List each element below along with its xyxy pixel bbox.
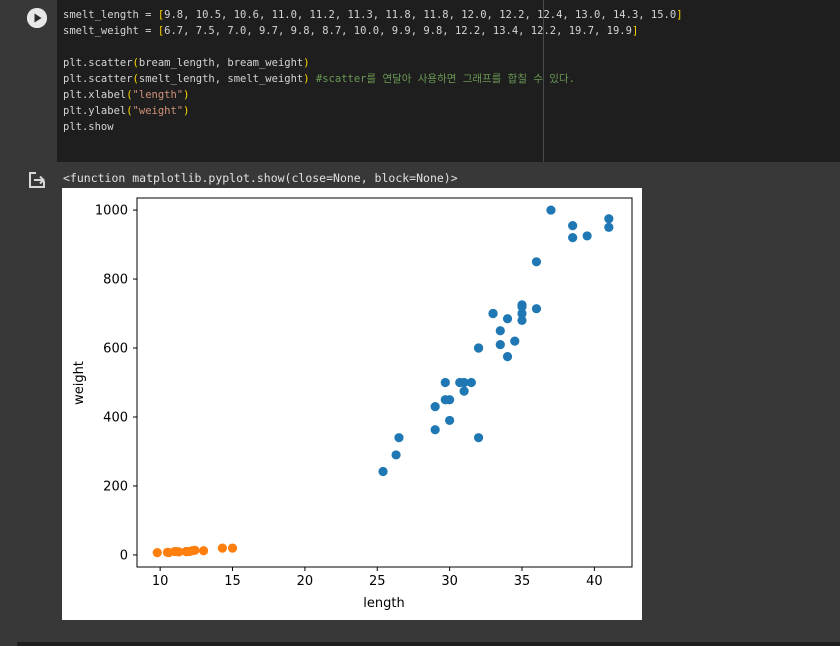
scatter-point-series-0 [502, 314, 513, 324]
scatter-point-series-0 [568, 233, 578, 243]
play-circle-icon[interactable] [27, 8, 47, 28]
scatter-point-series-1 [227, 543, 238, 553]
scatter-point-series-0 [495, 339, 505, 350]
next-cell-edge [17, 642, 840, 646]
code-token: plt.scatter [63, 57, 133, 69]
scatter-point-series-0 [430, 425, 440, 435]
x-tick-label: 35 [514, 574, 531, 589]
code-line[interactable]: plt.scatter(smelt_length, smelt_weight) … [63, 71, 840, 87]
scatter-point-series-0 [604, 214, 614, 224]
x-tick-label: 25 [369, 574, 386, 589]
plot-frame [136, 197, 633, 568]
scatter-point-series-1 [198, 546, 209, 556]
code-token: ] [676, 9, 683, 21]
code-token: plt.scatter [63, 73, 133, 85]
scatter-point-series-0 [568, 220, 578, 231]
code-line[interactable]: plt.xlabel("length") [63, 87, 840, 103]
scatter-point-series-0 [430, 402, 440, 412]
code-token: plt.ylabel [63, 105, 127, 117]
x-tick-label: 15 [224, 574, 241, 589]
scatter-point-series-0 [391, 450, 401, 460]
code-token: 6.7, 7.5, 7.0, 9.7, 9.8, 8.7, 10.0, 9.9,… [164, 25, 632, 37]
code-token: smelt_length = [63, 9, 158, 21]
scatter-point-series-0 [495, 326, 505, 336]
x-tick-label: 40 [586, 574, 603, 589]
chart-svg: 10 15 20 25 30 35 40 02004006008001000 length … [72, 197, 633, 611]
code-line[interactable]: plt.show [63, 119, 840, 135]
scatter-point-series-0 [394, 433, 404, 443]
y-tick-label: 800 [103, 273, 128, 288]
y-tick-label: 1000 [95, 204, 128, 219]
code-token: ] [631, 25, 639, 37]
code-token: smelt_weight = [63, 25, 158, 37]
scatter-point-series-0 [531, 304, 542, 314]
scatter-point-series-0 [546, 205, 556, 215]
y-axis-ticks: 0 200 400 600 800 1000 [95, 204, 137, 563]
scatter-point-series-0 [473, 433, 484, 443]
output-text: <function matplotlib.pyplot.show(close=N… [63, 171, 458, 185]
code-line[interactable]: smelt_length = [9.8, 10.5, 10.6, 11.0, 1… [63, 7, 840, 23]
x-tick-label: 30 [441, 574, 458, 589]
x-tick-label: 10 [152, 574, 169, 589]
code-lines[interactable]: smelt_length = [9.8, 10.5, 10.6, 11.0, 1… [63, 7, 840, 135]
y-tick-label: 600 [103, 342, 128, 357]
scatter-point-series-0 [445, 415, 455, 426]
code-token: plt.show [63, 121, 114, 133]
code-token: bream_length, bream_weight [138, 57, 304, 69]
scatter-point-series-0 [488, 308, 498, 319]
scatter-point-series-1 [217, 543, 227, 553]
scatter-point-series-0 [582, 231, 592, 241]
scatter-point-series-0 [473, 343, 484, 353]
scatter-point-series-0 [378, 466, 388, 477]
scatter-plot: 10 15 20 25 30 35 40 0 200 400 600 800 1000 length … [62, 188, 642, 620]
code-line[interactable]: smelt_weight = [6.7, 7.5, 7.0, 9.7, 9.8,… [63, 23, 840, 39]
scatter-point-series-0 [440, 377, 450, 388]
code-token: "weight" [132, 105, 184, 117]
x-axis-ticks: 10 15 20 25 30 35 40 [152, 567, 603, 589]
scatter-point-series-0 [604, 222, 614, 232]
y-tick-label: 200 [103, 479, 128, 494]
y-tick-label: 0 [120, 548, 128, 563]
code-line[interactable]: plt.ylabel("weight") [63, 103, 840, 119]
scatter-point-series-0 [531, 257, 542, 267]
x-tick-label: 20 [297, 574, 314, 589]
scatter-point-series-0 [510, 336, 520, 346]
code-token: smelt_length, smelt_weight [138, 73, 304, 85]
scatter-point-series-0 [466, 377, 476, 388]
notebook-page: smelt_length = [9.8, 10.5, 10.6, 11.0, 1… [0, 0, 840, 646]
data-points [152, 205, 614, 558]
output-redirect-icon[interactable] [27, 170, 47, 190]
scatter-point-series-0 [445, 395, 455, 405]
code-line[interactable] [63, 39, 840, 55]
code-token: 9.8, 10.5, 10.6, 11.0, 11.2, 11.3, 11.8,… [164, 9, 677, 21]
left-gutter [0, 0, 17, 646]
scatter-point-series-1 [190, 545, 200, 555]
scatter-point-series-1 [152, 548, 162, 558]
code-line[interactable]: plt.scatter(bream_length, bream_weight) [63, 55, 840, 71]
code-token: ) [183, 105, 190, 117]
code-token: #scatter를 연달아 사용하면 그래프를 합칠 수 있다. [315, 73, 575, 85]
x-axis-label: length [363, 596, 404, 611]
code-token: plt.xlabel [63, 89, 127, 101]
code-token: ) [303, 57, 310, 69]
code-token: "length" [132, 89, 184, 101]
y-axis-label: weight [72, 361, 87, 405]
scatter-point-series-0 [502, 352, 513, 362]
scatter-point-series-0 [517, 302, 527, 312]
scatter-point-series-0 [459, 386, 469, 396]
y-tick-label: 400 [103, 410, 128, 425]
code-token: ) [183, 89, 190, 101]
